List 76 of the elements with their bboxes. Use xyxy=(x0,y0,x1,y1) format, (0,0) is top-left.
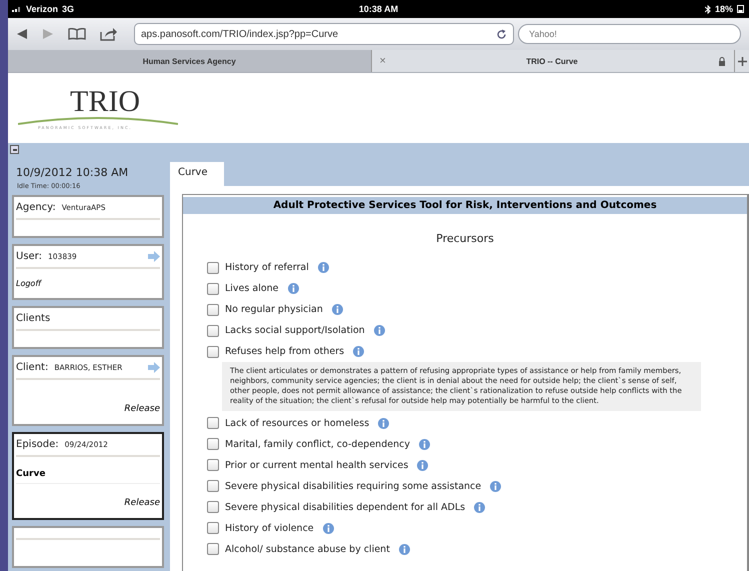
new-tab-button[interactable] xyxy=(735,50,749,72)
checkbox-label[interactable]: Prior or current mental health services xyxy=(225,460,408,471)
browser-tab[interactable]: × TRIO -- Curve xyxy=(372,50,735,72)
arrow-icon[interactable] xyxy=(148,362,160,373)
search-field[interactable]: Yahoo! xyxy=(518,24,741,44)
page-tab[interactable]: Curve xyxy=(170,162,224,186)
checkbox[interactable] xyxy=(207,262,219,274)
panel-link[interactable]: Release xyxy=(124,404,160,414)
checkbox-label[interactable]: Severe physical disabilities dependent for all ADLs xyxy=(225,502,466,513)
bookmarks-icon[interactable] xyxy=(68,28,86,40)
sidebar-panel[interactable]: Clients xyxy=(12,306,164,349)
checkbox[interactable] xyxy=(207,438,219,450)
info-icon[interactable] xyxy=(378,418,390,429)
checkbox[interactable] xyxy=(207,501,219,514)
status-time: 10:38 AM xyxy=(358,4,398,14)
browser-tab[interactable]: Human Services Agency xyxy=(8,50,372,72)
info-icon[interactable] xyxy=(318,262,329,273)
panel-link[interactable]: Logoff xyxy=(16,279,42,288)
carrier-name: Verizon xyxy=(26,4,58,14)
bluetooth-icon xyxy=(704,4,711,14)
checkbox-label[interactable]: Lives alone xyxy=(225,283,279,294)
panel-label: Clients xyxy=(16,313,50,324)
battery-icon xyxy=(737,5,745,13)
lock-icon xyxy=(718,56,726,66)
checkbox-label[interactable]: Lacks social support/Isolation xyxy=(225,325,365,336)
signal-icon xyxy=(12,6,22,12)
info-icon[interactable] xyxy=(490,480,502,492)
url-text: aps.panosoft.com/TRIO/index.jsp?pp=Curve xyxy=(141,28,338,40)
section-heading: Precursors xyxy=(435,231,495,247)
info-icon[interactable] xyxy=(288,283,299,294)
checkbox-label[interactable]: Marital, family conflict, co-dependency xyxy=(225,438,410,450)
sidebar-panel[interactable] xyxy=(12,526,164,568)
checkbox-label[interactable]: No regular physician xyxy=(225,304,323,315)
info-icon[interactable] xyxy=(322,522,334,534)
panel-label: User: xyxy=(16,251,42,262)
arrow-icon[interactable] xyxy=(148,251,160,262)
checkbox[interactable] xyxy=(207,346,219,358)
checkbox-label[interactable]: Severe physical disabilities requiring some assistance xyxy=(225,480,482,492)
checkbox[interactable] xyxy=(207,304,219,316)
checkbox-label[interactable]: History of violence xyxy=(225,522,314,534)
collapse-button[interactable] xyxy=(10,145,19,154)
reload-icon[interactable] xyxy=(496,28,507,40)
checkbox-label[interactable]: Alcohol/ substance abuse by client xyxy=(225,544,390,555)
checkbox-label[interactable]: History of referral xyxy=(225,262,309,273)
checkbox[interactable] xyxy=(207,282,219,294)
current-datetime: 10/9/2012 10:38 AM xyxy=(15,166,130,179)
network-type: 3G xyxy=(62,4,74,14)
checkbox-label[interactable]: Lack of resources or homeless xyxy=(225,418,370,429)
form-title: Adult Protective Services Tool for Risk, Interventions and Outcomes xyxy=(183,197,747,214)
info-icon[interactable] xyxy=(374,325,385,336)
panel-label: Agency: xyxy=(16,202,56,213)
info-icon[interactable] xyxy=(353,346,364,357)
info-icon[interactable] xyxy=(418,438,430,450)
info-icon[interactable] xyxy=(417,460,428,471)
share-icon[interactable] xyxy=(100,27,118,41)
checkbox[interactable] xyxy=(207,522,219,534)
logo-name: TRIO xyxy=(70,87,140,117)
info-icon[interactable] xyxy=(398,544,410,555)
checkbox[interactable] xyxy=(207,459,219,472)
checkbox[interactable] xyxy=(207,480,219,492)
info-icon[interactable] xyxy=(332,304,343,315)
info-icon[interactable] xyxy=(474,502,486,513)
panel-label: Episode: xyxy=(16,439,59,450)
battery-percent: 18% xyxy=(714,4,733,14)
checkbox-label[interactable]: Refuses help from others xyxy=(225,346,344,357)
plus-icon xyxy=(738,56,746,66)
minus-icon xyxy=(12,148,16,150)
panel-label: Client: xyxy=(16,362,48,373)
address-field[interactable]: aps.panosoft.com/TRIO/index.jsp?pp=Curve xyxy=(134,23,514,45)
panel-link[interactable]: Release xyxy=(124,498,160,508)
checkbox[interactable] xyxy=(207,417,219,430)
episode-name: Curve xyxy=(16,457,160,484)
checkbox[interactable] xyxy=(207,324,219,336)
back-icon[interactable] xyxy=(16,28,28,40)
forward-icon[interactable] xyxy=(42,28,54,40)
checkbox[interactable] xyxy=(207,543,219,556)
